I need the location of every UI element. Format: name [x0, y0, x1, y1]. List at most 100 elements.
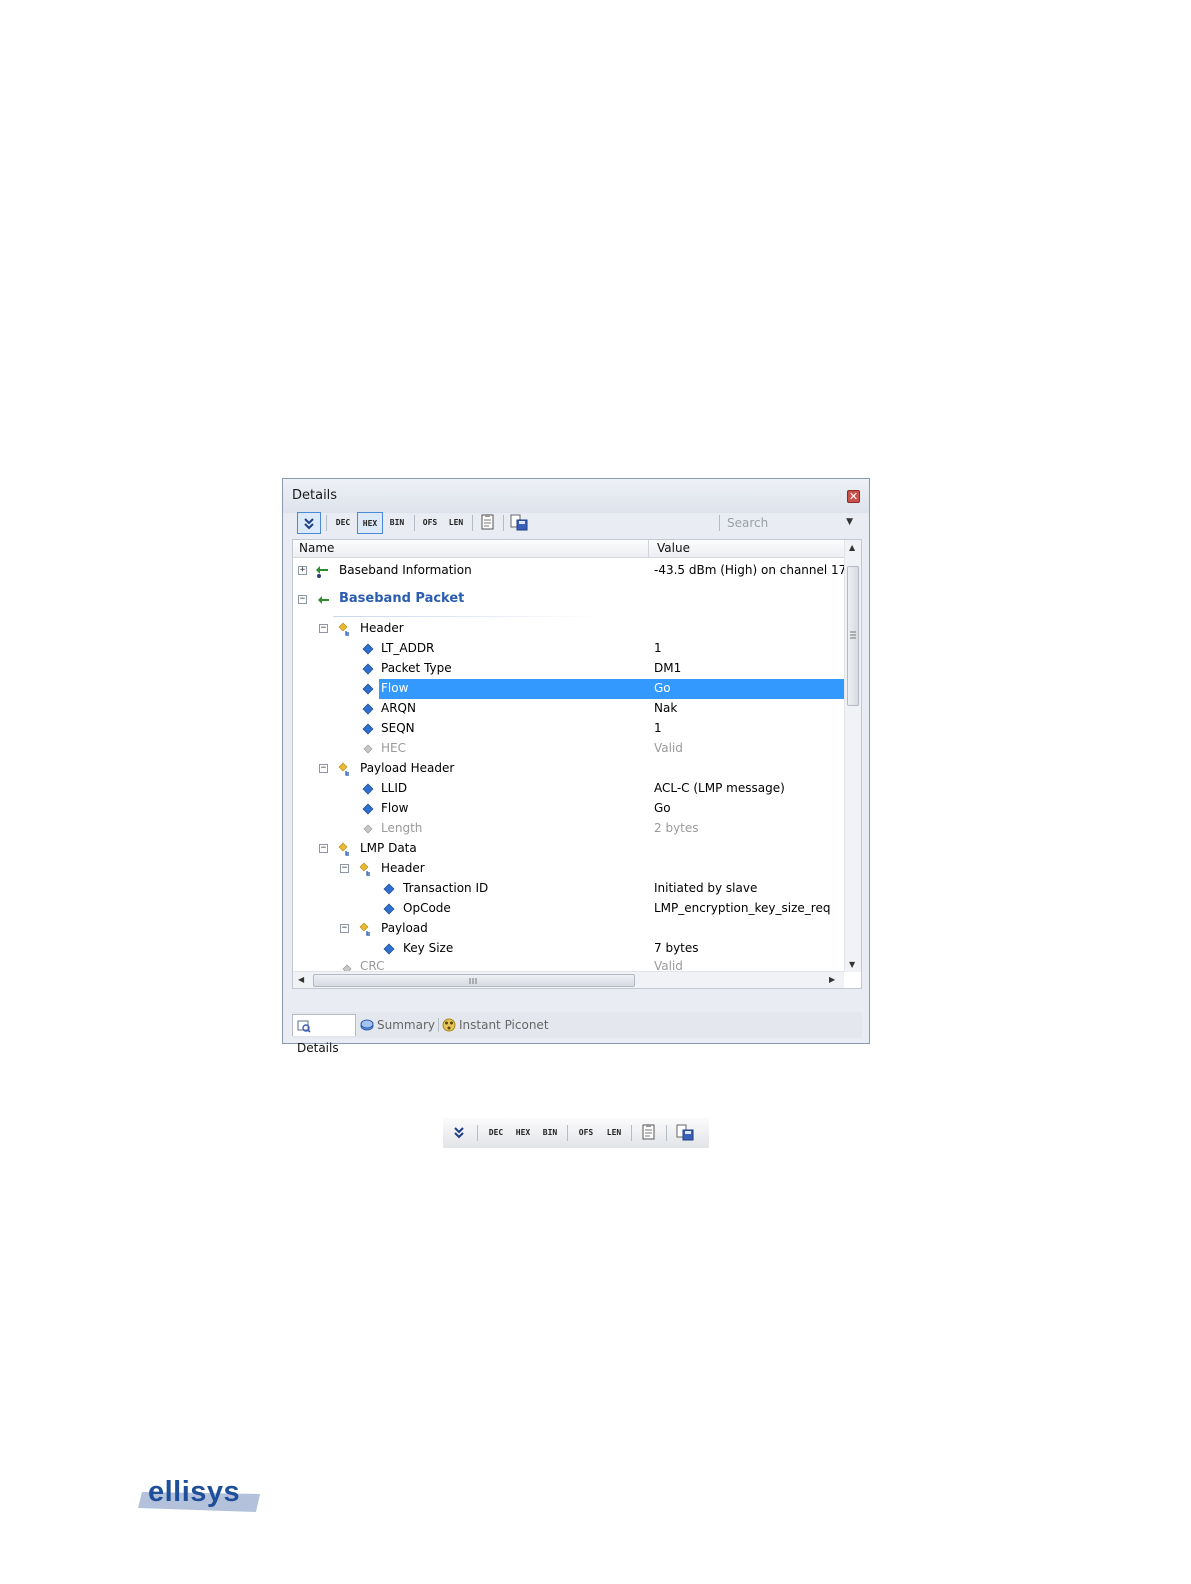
collapse-icon[interactable]: −: [319, 624, 328, 633]
toolbar-separator: [719, 515, 720, 531]
search-box[interactable]: Search ▼: [719, 511, 857, 535]
collapse-icon[interactable]: −: [298, 595, 307, 604]
blue-diamond-icon: [362, 803, 374, 815]
tree-row-lt-addr[interactable]: LT_ADDR 1: [293, 639, 844, 659]
tree-row-packet-type[interactable]: Packet Type DM1: [293, 659, 844, 679]
close-icon: ✕: [848, 490, 859, 503]
ofs-button[interactable]: OFS: [574, 1122, 598, 1144]
expand-icon[interactable]: +: [298, 566, 307, 575]
scroll-up-icon[interactable]: ▲: [849, 543, 855, 552]
row-name: Packet Type: [381, 661, 452, 675]
collapse-icon[interactable]: −: [319, 764, 328, 773]
collapse-icon[interactable]: −: [319, 844, 328, 853]
scroll-right-icon[interactable]: ▶: [829, 975, 835, 984]
tree-row-payload[interactable]: − Payload: [293, 919, 844, 939]
blue-diamond-icon: [362, 703, 374, 715]
close-button[interactable]: ✕: [847, 490, 860, 503]
name-column-header[interactable]: Name: [299, 541, 334, 555]
tree-row-arqn[interactable]: ARQN Nak: [293, 699, 844, 719]
vertical-scrollbar[interactable]: ▲ ▼: [844, 540, 861, 972]
ofs-button[interactable]: OFS: [418, 512, 442, 534]
tree-row-length[interactable]: Length 2 bytes: [293, 819, 844, 839]
tab-details[interactable]: Details: [292, 1014, 356, 1055]
bin-button[interactable]: BIN: [538, 1122, 562, 1144]
tree-row-transaction-id[interactable]: Transaction ID Initiated by slave: [293, 879, 844, 899]
hex-button[interactable]: HEX: [511, 1122, 535, 1144]
row-name: ARQN: [381, 701, 416, 715]
tab-instant-piconet[interactable]: Instant Piconet: [442, 1014, 554, 1036]
tree-row-baseband-packet[interactable]: − Baseband Packet: [293, 590, 844, 610]
column-divider[interactable]: [648, 540, 649, 557]
search-input[interactable]: Search: [727, 516, 768, 530]
len-button[interactable]: LEN: [602, 1122, 626, 1144]
search-dropdown-icon[interactable]: ▼: [846, 517, 853, 527]
tree-row-lmp-header[interactable]: − Header: [293, 859, 844, 879]
row-value: Valid: [654, 741, 683, 755]
tab-label: Details: [297, 1041, 339, 1055]
horizontal-scroll-thumb[interactable]: [313, 974, 635, 987]
hex-button[interactable]: HEX: [357, 512, 383, 534]
tree-row-flow-selected[interactable]: Flow Go: [293, 679, 844, 699]
row-name: Flow: [381, 801, 409, 815]
section-underline: [333, 616, 603, 617]
tree-row-header[interactable]: − Header: [293, 619, 844, 639]
toolbar-separator: [631, 1125, 632, 1141]
scroll-down-icon[interactable]: ▼: [849, 960, 855, 969]
panel-tabs: Details Summary Instant Piconet: [292, 1012, 862, 1055]
group-icon: [359, 922, 370, 936]
collapse-icon[interactable]: −: [340, 864, 349, 873]
scroll-left-icon[interactable]: ◀: [298, 975, 304, 984]
expand-all-button[interactable]: [449, 1122, 469, 1144]
horizontal-scrollbar[interactable]: ◀ ▶: [293, 971, 844, 988]
tree-row-llid[interactable]: LLID ACL-C (LMP message): [293, 779, 844, 799]
row-value: 2 bytes: [654, 821, 699, 835]
row-value: Go: [654, 681, 671, 695]
row-value: LMP_encryption_key_size_req: [654, 901, 831, 915]
copy-clipboard-icon[interactable]: [640, 1123, 658, 1141]
panel-titlebar: Details ✕: [283, 479, 869, 513]
row-value: DM1: [654, 661, 682, 675]
details-toolbar: DEC HEX BIN OFS LEN Search ▼: [291, 510, 861, 538]
value-column-header[interactable]: Value: [657, 541, 690, 555]
row-value: Initiated by slave: [654, 881, 758, 895]
tree-row-key-size[interactable]: Key Size 7 bytes: [293, 939, 844, 959]
vertical-scroll-thumb[interactable]: [847, 566, 859, 706]
toolbar-separator: [567, 1125, 568, 1141]
tab-label: Instant Piconet: [459, 1018, 549, 1032]
tree-row-payload-flow[interactable]: Flow Go: [293, 799, 844, 819]
details-tree: Name Value + Baseband Information -43.5 …: [292, 539, 862, 989]
grip-icon: [469, 978, 477, 984]
collapse-icon[interactable]: −: [340, 924, 349, 933]
dec-button[interactable]: DEC: [331, 512, 355, 534]
copy-clipboard-icon[interactable]: [479, 513, 497, 531]
tree-row-lmp-data[interactable]: − LMP Data: [293, 839, 844, 859]
row-name: LT_ADDR: [381, 641, 435, 655]
gray-diamond-icon: [363, 824, 373, 834]
row-name: Key Size: [403, 941, 454, 955]
ellisys-logo: ellisys: [138, 1476, 262, 1514]
row-value: 1: [654, 721, 662, 735]
tree-row-seqn[interactable]: SEQN 1: [293, 719, 844, 739]
expand-all-button[interactable]: [297, 512, 321, 534]
blue-diamond-icon: [362, 783, 374, 795]
tree-row-hec[interactable]: HEC Valid: [293, 739, 844, 759]
bin-button[interactable]: BIN: [385, 512, 409, 534]
row-value: -43.5 dBm (High) on channel 17: [654, 563, 847, 577]
tree-row-opcode[interactable]: OpCode LMP_encryption_key_size_req: [293, 899, 844, 919]
tree-row-payload-header[interactable]: − Payload Header: [293, 759, 844, 779]
row-name: LLID: [381, 781, 408, 795]
blue-diamond-icon: [383, 943, 395, 955]
len-button[interactable]: LEN: [444, 512, 468, 534]
column-header: Name Value: [293, 540, 844, 558]
row-value: 7 bytes: [654, 941, 699, 955]
tree-row-baseband-information[interactable]: + Baseband Information -43.5 dBm (High) …: [293, 561, 847, 581]
save-export-icon[interactable]: [510, 513, 528, 531]
details-panel: Details ✕ DEC HEX BIN OFS LEN Search ▼ N…: [282, 478, 870, 1055]
row-name: Baseband Information: [339, 563, 472, 577]
row-name: SEQN: [381, 721, 415, 735]
selection-highlight: [379, 679, 844, 699]
tab-summary[interactable]: Summary: [360, 1014, 436, 1036]
save-export-icon[interactable]: [676, 1123, 694, 1141]
green-arrow-icon: [316, 566, 328, 578]
dec-button[interactable]: DEC: [484, 1122, 508, 1144]
